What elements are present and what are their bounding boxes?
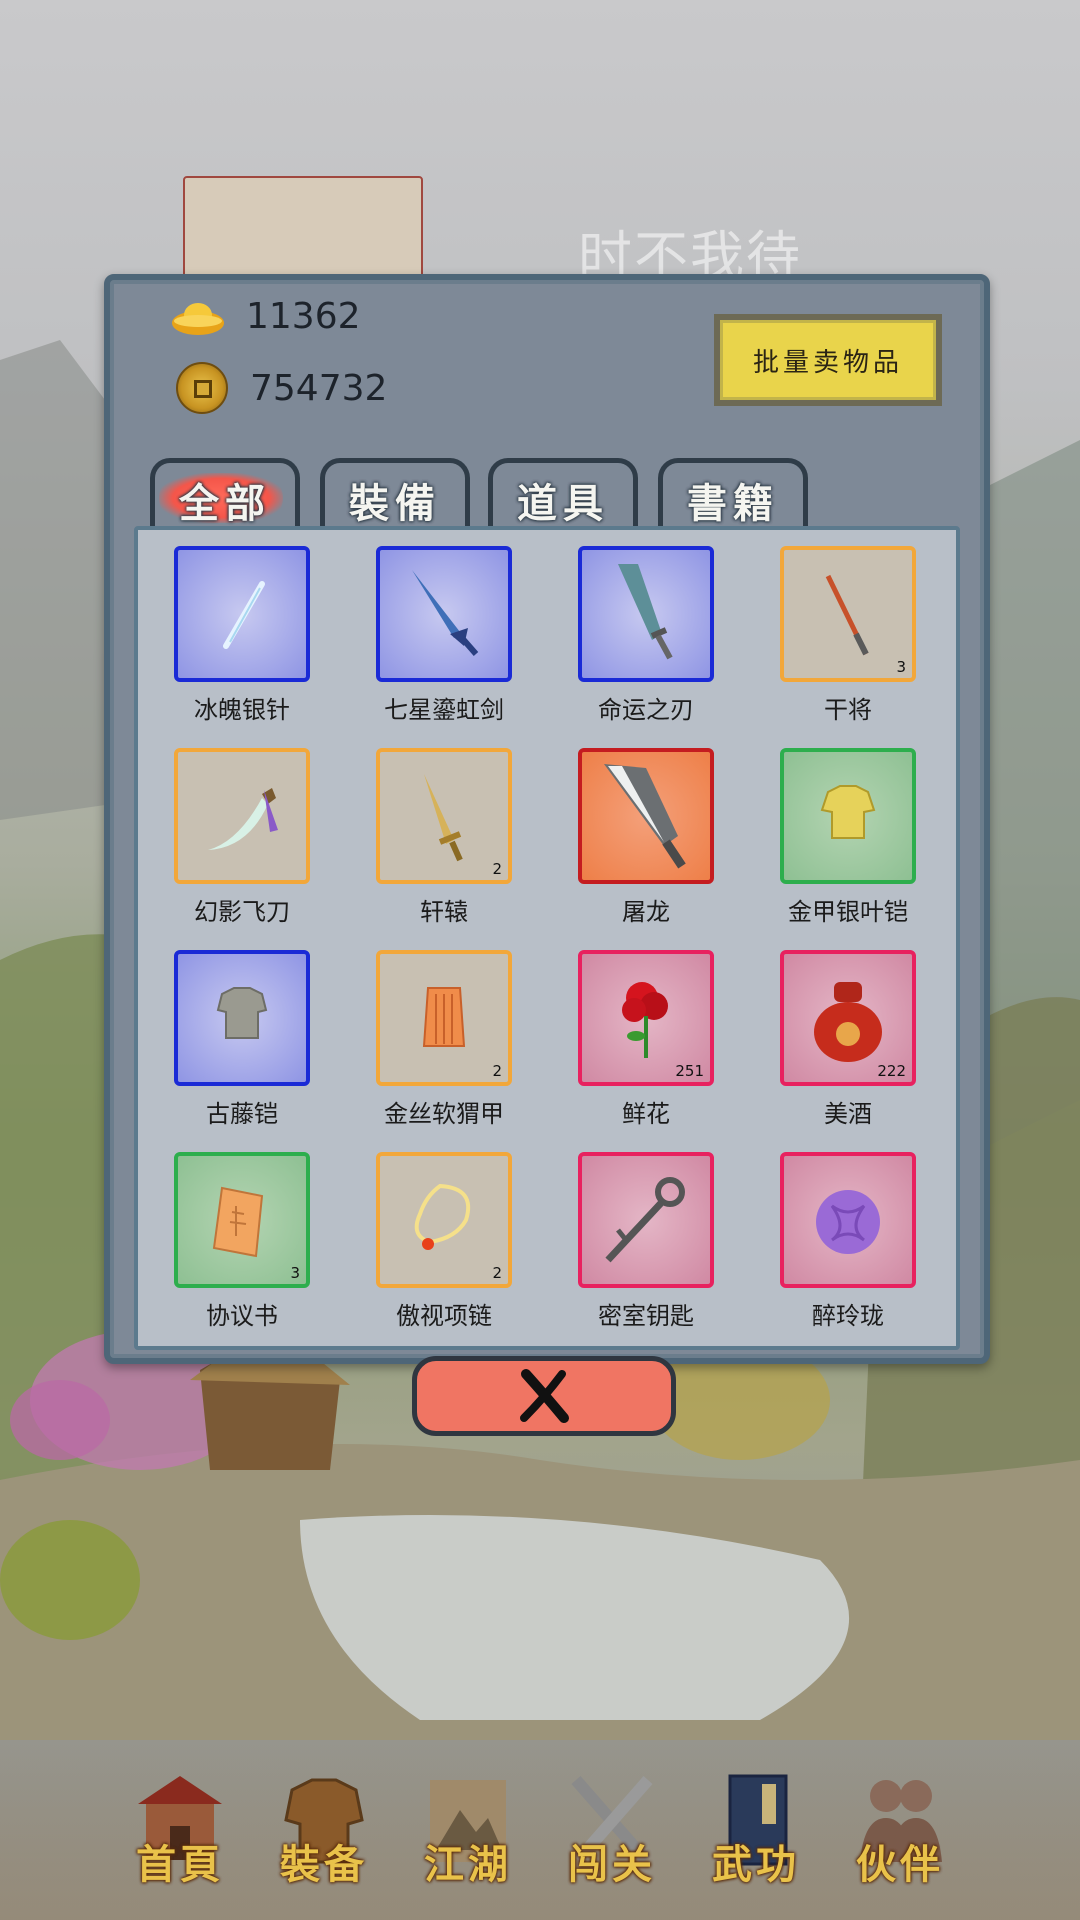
purple-orb-icon	[816, 1190, 880, 1254]
item-name: 醉玲珑	[812, 1302, 884, 1330]
item-count: 3	[896, 658, 906, 676]
item-count: 222	[877, 1062, 906, 1080]
item-slot[interactable]: 冰魄银针	[172, 546, 312, 725]
item-name: 协议书	[206, 1302, 278, 1330]
item-frame	[174, 748, 310, 884]
item-name: 傲视项链	[396, 1302, 492, 1330]
gold-armor-icon	[820, 785, 876, 839]
item-name: 冰魄银针	[194, 696, 290, 724]
item-count: 2	[492, 860, 502, 878]
item-name: 金丝软猬甲	[384, 1100, 504, 1128]
item-frame: 2	[376, 1152, 512, 1288]
inventory-dialog: 11362 754732 批量卖物品 全部 裝備 道具 書籍 冰魄银针 七星鎏虹…	[104, 274, 990, 1364]
item-frame	[578, 1152, 714, 1288]
coin-amount: 754732	[250, 367, 388, 409]
item-count: 2	[492, 1264, 502, 1282]
item-name: 密室钥匙	[598, 1302, 694, 1330]
item-name: 幻影飞刀	[194, 898, 290, 926]
item-slot[interactable]: 屠龙	[576, 748, 716, 927]
item-frame: 3	[174, 1152, 310, 1288]
item-frame	[376, 546, 512, 682]
item-slot[interactable]: 3 协议书	[172, 1152, 312, 1331]
item-frame	[578, 748, 714, 884]
item-frame: 222	[780, 950, 916, 1086]
item-frame: 2	[376, 748, 512, 884]
item-frame	[780, 748, 916, 884]
gold-row: 11362	[170, 296, 361, 337]
item-slot[interactable]: 3 干将	[778, 546, 918, 725]
item-name: 金甲银叶铠	[788, 898, 908, 926]
item-slot[interactable]: 2 傲视项链	[374, 1152, 514, 1331]
item-slot[interactable]: 2 轩辕	[374, 748, 514, 927]
item-slot[interactable]: 222 美酒	[778, 950, 918, 1129]
nav-challenge[interactable]: 闯关	[542, 1770, 682, 1890]
item-frame	[174, 950, 310, 1086]
item-slot[interactable]: 幻影飞刀	[172, 748, 312, 927]
item-frame: 2	[376, 950, 512, 1086]
nav-jianghu[interactable]: 江湖	[398, 1770, 538, 1890]
scroll-icon	[212, 1186, 264, 1258]
close-icon	[520, 1369, 569, 1423]
item-name: 鲜花	[622, 1100, 670, 1128]
nav-partners[interactable]: 伙伴	[830, 1770, 970, 1890]
item-frame	[780, 1152, 916, 1288]
item-slot[interactable]: 金甲银叶铠	[778, 748, 918, 927]
key-icon	[605, 1177, 685, 1263]
bulk-sell-button[interactable]: 批量卖物品	[714, 314, 942, 406]
item-name: 轩辕	[420, 898, 468, 926]
item-count: 251	[675, 1062, 704, 1080]
nav-equipment[interactable]: 裝备	[254, 1770, 394, 1890]
close-button[interactable]	[412, 1356, 676, 1436]
copper-coin-icon	[176, 362, 228, 414]
dragon-saber-icon	[604, 764, 686, 869]
gold-ingot-icon	[172, 302, 224, 335]
item-frame	[174, 546, 310, 682]
nav-home[interactable]: 首頁	[110, 1770, 250, 1890]
necklace-icon	[414, 1183, 471, 1250]
sword-icon	[412, 570, 479, 656]
item-name: 干将	[824, 696, 872, 724]
thin-sword-icon	[825, 574, 869, 656]
item-grid: 冰魄银针 七星鎏虹剑 命运之刃 3 干将 幻影飞刀 2 轩辕 屠龙 金甲银叶铠 …	[134, 526, 960, 1350]
item-slot[interactable]: 醉玲珑	[778, 1152, 918, 1331]
needle-icon	[223, 581, 265, 649]
item-slot[interactable]: 2 金丝软猬甲	[374, 950, 514, 1129]
item-name: 美酒	[824, 1100, 872, 1128]
gold-amount: 11362	[246, 296, 361, 337]
coin-row: 754732	[170, 362, 387, 414]
item-name: 七星鎏虹剑	[384, 696, 504, 724]
item-slot[interactable]: 密室钥匙	[576, 1152, 716, 1331]
golden-sword-icon	[424, 774, 463, 862]
item-name: 命运之刃	[598, 696, 694, 724]
flying-knife-icon	[208, 788, 278, 850]
item-frame	[578, 546, 714, 682]
item-frame: 3	[780, 546, 916, 682]
item-slot[interactable]: 命运之刃	[576, 546, 716, 725]
vine-armor-icon	[216, 987, 268, 1039]
item-name: 屠龙	[622, 898, 670, 926]
item-frame: 251	[578, 950, 714, 1086]
item-slot[interactable]: 七星鎏虹剑	[374, 546, 514, 725]
blade-icon	[618, 564, 673, 660]
item-name: 古藤铠	[206, 1100, 278, 1128]
item-slot[interactable]: 251 鲜花	[576, 950, 716, 1129]
item-count: 2	[492, 1062, 502, 1080]
silk-armor-icon	[422, 987, 466, 1047]
item-count: 3	[290, 1264, 300, 1282]
item-slot[interactable]: 古藤铠	[172, 950, 312, 1129]
nav-martial-arts[interactable]: 武功	[686, 1770, 826, 1890]
